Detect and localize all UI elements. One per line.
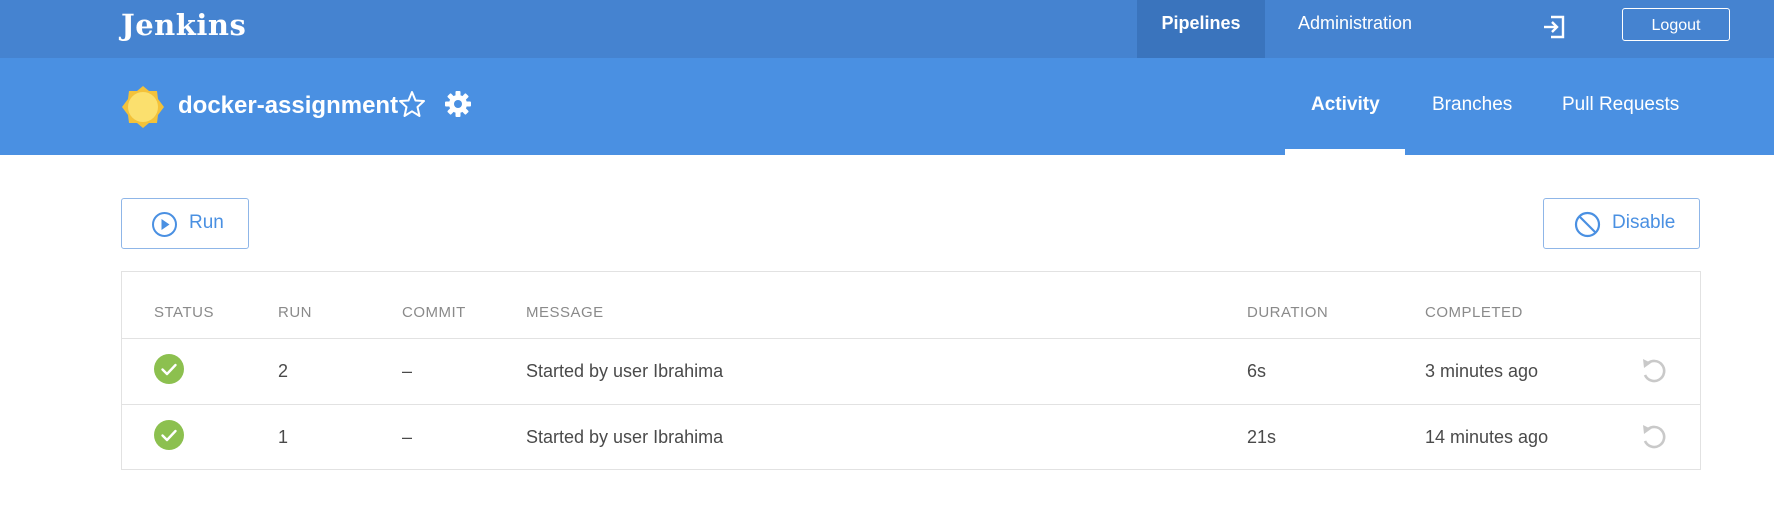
run-button[interactable]: Run [121, 198, 249, 249]
run-number: 2 [278, 361, 289, 381]
replay-icon[interactable] [1639, 356, 1667, 384]
logout-button[interactable]: Logout [1622, 8, 1730, 41]
jenkins-logo[interactable]: Jenkins [121, 8, 246, 42]
replay-icon[interactable] [1639, 422, 1667, 450]
gear-icon[interactable] [443, 89, 473, 119]
active-tab-indicator [1285, 149, 1405, 155]
disable-button-label: Disable [1612, 212, 1676, 233]
run-completed: 3 minutes ago [1425, 361, 1539, 381]
pipeline-name[interactable]: docker-assignment [178, 92, 398, 120]
column-header-duration: DURATION [1247, 304, 1329, 321]
run-button-label: Run [189, 212, 224, 233]
tab-pull-requests[interactable]: Pull Requests [1562, 94, 1679, 116]
column-header-run: RUN [278, 304, 312, 321]
run-number: 1 [278, 427, 289, 447]
run-message: Started by user Ibrahima [526, 427, 724, 447]
run-duration: 21s [1247, 427, 1277, 447]
column-header-commit: COMMIT [402, 304, 466, 321]
nav-tab-pipelines[interactable]: Pipelines [1137, 0, 1265, 58]
run-message: Started by user Ibrahima [526, 361, 724, 381]
sign-in-icon[interactable] [1540, 13, 1568, 41]
nav-tab-administration[interactable]: Administration [1275, 0, 1435, 58]
table-row[interactable]: 1 – Started by user Ibrahima 21s 14 minu… [122, 404, 1700, 471]
tab-branches[interactable]: Branches [1432, 94, 1512, 116]
commit-value: – [402, 361, 413, 381]
run-completed: 14 minutes ago [1425, 427, 1549, 447]
activity-table: STATUS RUN COMMIT MESSAGE DURATION COMPL… [121, 271, 1701, 470]
column-header-message: MESSAGE [526, 304, 604, 321]
pipeline-header: docker-assignment Activity Branches Pull… [0, 58, 1774, 155]
column-header-status: STATUS [154, 304, 214, 321]
table-row[interactable]: 2 – Started by user Ibrahima 6s 3 minute… [122, 338, 1700, 405]
ban-icon [1574, 211, 1601, 238]
commit-value: – [402, 427, 413, 447]
play-circle-icon [152, 212, 177, 237]
star-outline-icon[interactable] [398, 90, 426, 118]
success-check-icon [154, 354, 184, 384]
run-duration: 6s [1247, 361, 1267, 381]
column-header-completed: COMPLETED [1425, 304, 1523, 321]
tab-activity[interactable]: Activity [1311, 94, 1380, 116]
success-check-icon [154, 420, 184, 450]
disable-button[interactable]: Disable [1543, 198, 1700, 249]
top-nav-bar: Jenkins Pipelines Administration Logout [0, 0, 1774, 58]
sunny-icon [122, 86, 164, 128]
